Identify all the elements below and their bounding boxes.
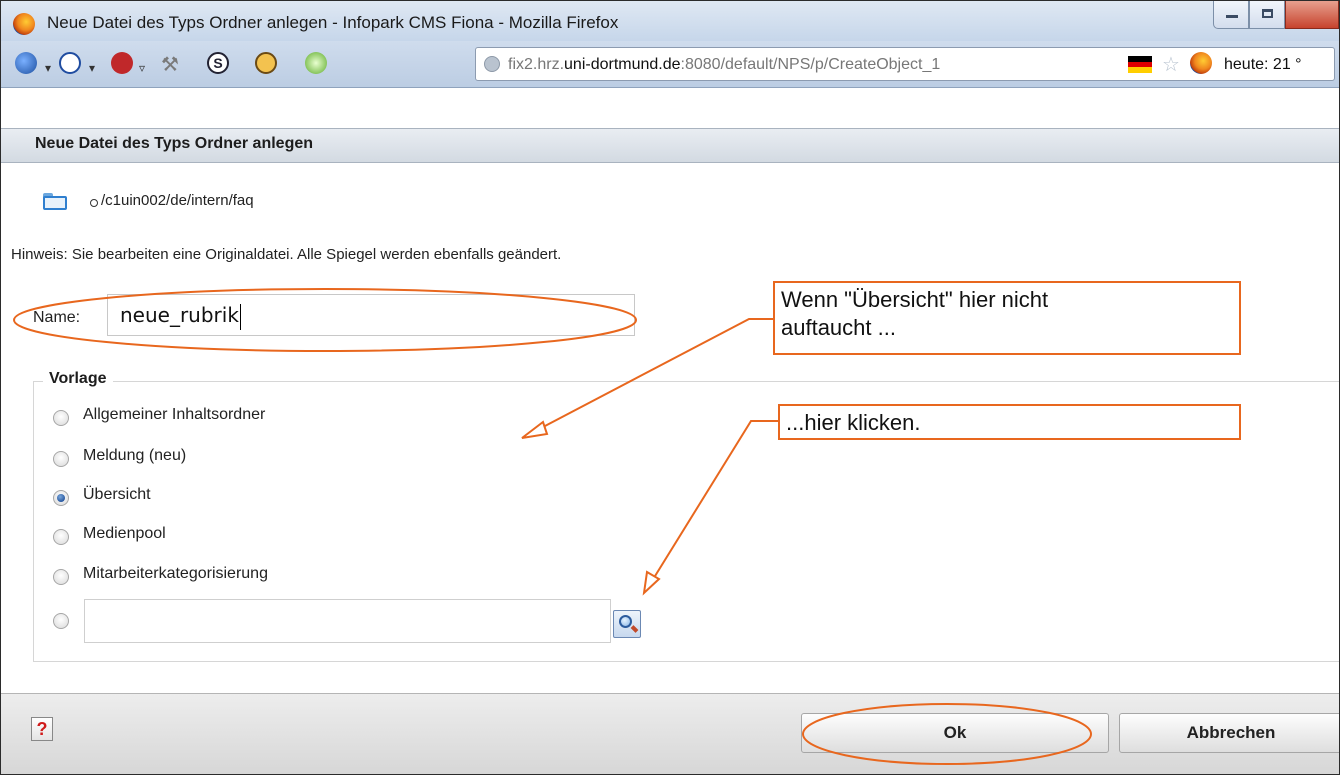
arrow-head	[642, 570, 661, 596]
name-highlight-ellipse	[13, 288, 637, 352]
annotation-overlay	[13, 288, 1092, 765]
arrow-line	[646, 420, 778, 590]
arrow-line	[523, 318, 773, 438]
arrow-head	[521, 420, 549, 439]
firefox-window: Neue Datei des Typs Ordner anlegen - Inf…	[0, 0, 1340, 775]
ok-highlight-ellipse	[802, 703, 1092, 765]
